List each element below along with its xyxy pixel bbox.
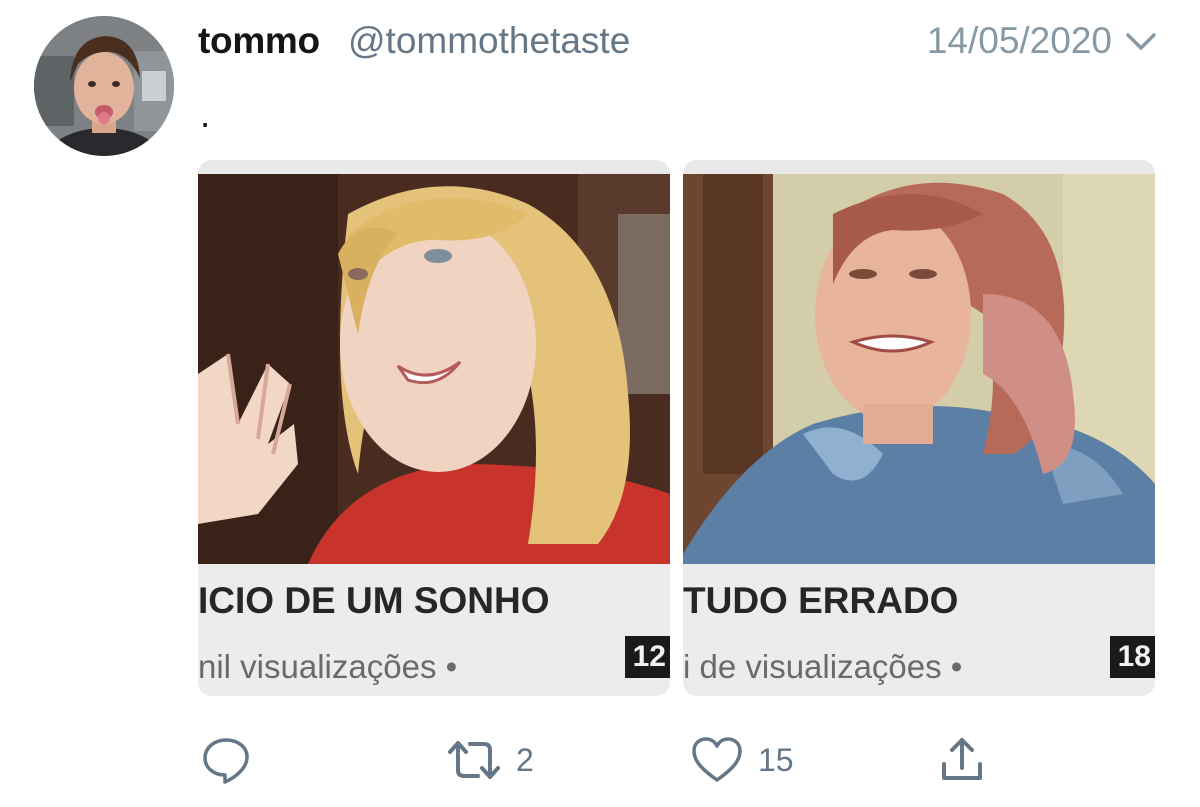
tweet: tommo @tommothetaste 14/05/2020 . 12 ICI… [0,0,1200,807]
media-card[interactable]: 12 ICIO DE UM SONHO nil visualizações • [198,160,670,696]
avatar[interactable] [34,16,174,156]
retweet-count: 2 [516,741,534,778]
tweet-date[interactable]: 14/05/2020 [927,20,1112,62]
retweet-button[interactable]: 2 [446,732,534,788]
video-thumbnail[interactable] [198,174,670,564]
author-handle[interactable]: @tommothetaste [348,20,630,62]
video-duration: 12 [624,636,670,678]
card-top-strip [198,160,670,174]
media-card[interactable]: 18 TUDO ERRADO i de visualizações • [683,160,1155,696]
retweet-icon [448,741,500,779]
chevron-down-icon[interactable] [1122,26,1160,56]
share-button[interactable] [938,732,986,788]
reply-icon [203,738,249,784]
video-thumbnail[interactable] [683,174,1155,564]
like-button[interactable]: 15 [690,732,794,788]
tweet-text: . [200,94,211,135]
video-duration: 18 [1109,636,1155,678]
author-name[interactable]: tommo [198,20,320,62]
reply-button[interactable] [200,732,252,788]
avatar-photo [34,16,174,156]
like-count: 15 [758,741,794,778]
heart-icon [692,737,742,782]
tweet-header: tommo @tommothetaste 14/05/2020 [198,18,1160,68]
video-views: nil visualizações • [198,648,458,685]
tweet-actions: 2 15 [200,732,1020,792]
video-views: i de visualizações • [683,648,963,685]
video-title[interactable]: ICIO DE UM SONHO [198,580,550,622]
share-icon [942,738,982,780]
card-top-strip [683,160,1155,174]
video-title[interactable]: TUDO ERRADO [683,580,958,622]
